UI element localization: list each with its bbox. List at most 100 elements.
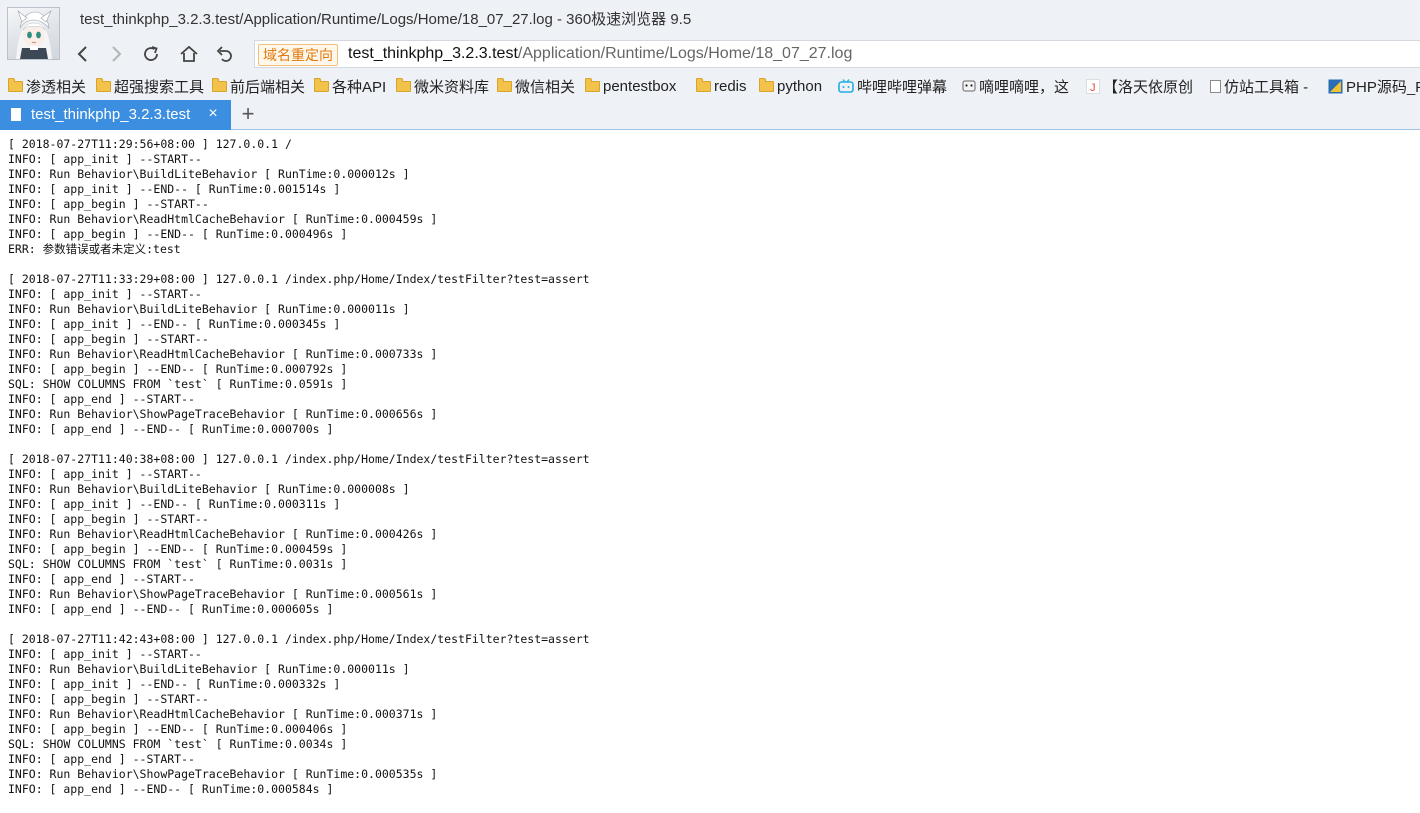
log-line: [ 2018-07-27T11:42:43+08:00 ] 127.0.0.1 … xyxy=(8,632,590,646)
bookmark-label: 微米资料库 xyxy=(414,78,490,96)
bookmark-label: python xyxy=(777,77,823,95)
bookmark-label: 哔哩哔哩弹幕 xyxy=(857,78,948,96)
folder-icon xyxy=(585,77,600,92)
bookmark-label: 前后端相关 xyxy=(230,78,306,96)
bookmark-folder-frontend-backend[interactable]: 前后端相关 xyxy=(212,76,305,96)
log-line: INFO: Run Behavior\BuildLiteBehavior [ R… xyxy=(8,302,410,316)
log-line: INFO: Run Behavior\BuildLiteBehavior [ R… xyxy=(8,662,410,676)
bookmark-site-clone-tools[interactable]: 仿站工具箱 - xyxy=(1210,76,1308,96)
page-content: [ 2018-07-27T11:29:56+08:00 ] 127.0.0.1 … xyxy=(0,130,1420,813)
log-line: INFO: [ app_init ] --END-- [ RunTime:0.0… xyxy=(8,182,341,196)
title-bar: test_thinkphp_3.2.3.test/Application/Run… xyxy=(0,0,1420,36)
page-icon xyxy=(1210,79,1221,93)
log-line: SQL: SHOW COLUMNS FROM `test` [ RunTime:… xyxy=(8,557,348,571)
profile-avatar[interactable] xyxy=(7,7,60,60)
forward-button[interactable] xyxy=(103,42,129,66)
bookmark-label: 仿站工具箱 - xyxy=(1224,78,1309,96)
tab-strip: test_thinkphp_3.2.3.test × + xyxy=(0,100,1420,130)
folder-icon xyxy=(497,77,512,92)
log-line: INFO: [ app_init ] --START-- xyxy=(8,647,202,661)
log-line: INFO: [ app_begin ] --END-- [ RunTime:0.… xyxy=(8,722,348,736)
log-line: SQL: SHOW COLUMNS FROM `test` [ RunTime:… xyxy=(8,737,348,751)
bookmark-php-source[interactable]: PHP源码_P xyxy=(1328,76,1420,96)
log-line: INFO: [ app_init ] --END-- [ RunTime:0.0… xyxy=(8,317,341,331)
folder-icon xyxy=(212,77,227,92)
bookmarks-bar: 渗透相关 超强搜索工具 前后端相关 各种API 微米资料库 微信相关 pente… xyxy=(0,72,1420,100)
log-line: INFO: Run Behavior\ShowPageTraceBehavior… xyxy=(8,587,438,601)
bookmark-folder-wechat[interactable]: 微信相关 xyxy=(497,76,575,96)
bookmark-label: pentestbox xyxy=(603,77,677,95)
bookmark-label: 【洛天依原创 xyxy=(1103,78,1194,96)
bookmark-label: PHP源码_P xyxy=(1346,78,1420,96)
log-line: INFO: [ app_end ] --END-- [ RunTime:0.00… xyxy=(8,602,334,616)
log-line: [ 2018-07-27T11:29:56+08:00 ] 127.0.0.1 … xyxy=(8,137,292,151)
log-blank-line xyxy=(8,617,590,632)
bilibili-icon xyxy=(838,79,854,93)
bookmark-label: 各种API xyxy=(332,78,387,96)
tab-close-icon[interactable]: × xyxy=(205,105,221,123)
back-arrow-icon xyxy=(77,46,87,62)
refresh-icon xyxy=(144,46,158,61)
log-line: SQL: SHOW COLUMNS FROM `test` [ RunTime:… xyxy=(8,377,348,391)
bookmark-folder-search-tools[interactable]: 超强搜索工具 xyxy=(96,76,204,96)
undo-close-tab-button[interactable] xyxy=(211,42,237,66)
bookmark-folder-weimi-library[interactable]: 微米资料库 xyxy=(396,76,489,96)
log-line: INFO: [ app_init ] --END-- [ RunTime:0.0… xyxy=(8,677,341,691)
php-icon xyxy=(1328,79,1343,93)
log-blank-line xyxy=(8,257,590,272)
log-line: INFO: [ app_init ] --START-- xyxy=(8,467,202,481)
log-line: INFO: [ app_begin ] --START-- xyxy=(8,692,209,706)
bookmark-folder-apis[interactable]: 各种API xyxy=(314,76,386,96)
bookmark-folder-pentestbox[interactable]: pentestbox xyxy=(585,76,676,96)
window-title: test_thinkphp_3.2.3.test/Application/Run… xyxy=(80,11,692,28)
log-line: INFO: [ app_end ] --END-- [ RunTime:0.00… xyxy=(8,422,334,436)
folder-icon xyxy=(314,77,329,92)
log-line: INFO: [ app_end ] --START-- xyxy=(8,392,195,406)
tab-label: test_thinkphp_3.2.3.test xyxy=(31,106,191,123)
url-text[interactable]: test_thinkphp_3.2.3.test/Application/Run… xyxy=(348,45,852,63)
log-line: INFO: Run Behavior\BuildLiteBehavior [ R… xyxy=(8,482,410,496)
log-line: [ 2018-07-27T11:40:38+08:00 ] 127.0.0.1 … xyxy=(8,452,590,466)
document-icon xyxy=(11,108,21,121)
new-tab-button[interactable]: + xyxy=(237,103,259,125)
log-line: INFO: [ app_init ] --END-- [ RunTime:0.0… xyxy=(8,497,341,511)
undo-icon xyxy=(216,46,232,62)
forward-arrow-icon xyxy=(112,46,122,62)
log-line: INFO: Run Behavior\ReadHtmlCacheBehavior… xyxy=(8,347,438,361)
home-button[interactable] xyxy=(176,42,202,66)
log-line: INFO: Run Behavior\ReadHtmlCacheBehavior… xyxy=(8,707,438,721)
refresh-button[interactable] xyxy=(138,42,164,66)
log-line: INFO: [ app_begin ] --END-- [ RunTime:0.… xyxy=(8,227,348,241)
bookmark-label: 渗透相关 xyxy=(26,78,87,96)
bookmark-dilidili[interactable]: 嘀哩嘀哩，这 xyxy=(962,76,1069,96)
home-icon xyxy=(180,45,198,62)
domain-redirect-badge[interactable]: 域名重定向 xyxy=(258,44,338,66)
bookmark-folder-pentest[interactable]: 渗透相关 xyxy=(8,76,86,96)
log-line: INFO: [ app_begin ] --START-- xyxy=(8,197,209,211)
folder-icon xyxy=(96,77,111,92)
bookmark-label: 超强搜索工具 xyxy=(114,78,205,96)
folder-icon xyxy=(696,77,711,92)
bookmark-folder-redis[interactable]: redis xyxy=(696,76,747,96)
log-line: INFO: Run Behavior\ShowPageTraceBehavior… xyxy=(8,407,438,421)
navigation-bar: 域名重定向 test_thinkphp_3.2.3.test/Applicati… xyxy=(0,36,1420,72)
folder-icon xyxy=(396,77,411,92)
log-line: INFO: [ app_init ] --START-- xyxy=(8,287,202,301)
back-button[interactable] xyxy=(70,42,96,66)
bookmark-folder-python[interactable]: python xyxy=(759,76,822,96)
url-host: test_thinkphp_3.2.3.test xyxy=(348,45,518,62)
log-text: [ 2018-07-27T11:29:56+08:00 ] 127.0.0.1 … xyxy=(8,137,590,797)
log-line: INFO: [ app_begin ] --START-- xyxy=(8,332,209,346)
bookmark-bilibili-danmaku[interactable]: 哔哩哔哩弹幕 xyxy=(838,76,947,96)
folder-icon xyxy=(8,77,23,92)
log-line: INFO: [ app_end ] --START-- xyxy=(8,752,195,766)
log-line: INFO: [ app_init ] --START-- xyxy=(8,152,202,166)
bookmark-luotianyi[interactable]: J 【洛天依原创 xyxy=(1086,76,1193,96)
bookmark-label: 微信相关 xyxy=(515,78,576,96)
log-line: ERR: 参数错误或者未定义:test xyxy=(8,242,181,256)
j-icon: J xyxy=(1086,78,1100,94)
log-line: INFO: Run Behavior\BuildLiteBehavior [ R… xyxy=(8,167,410,181)
log-line: INFO: Run Behavior\ShowPageTraceBehavior… xyxy=(8,767,438,781)
tab-active[interactable]: test_thinkphp_3.2.3.test × xyxy=(0,100,231,130)
address-bar[interactable]: 域名重定向 test_thinkphp_3.2.3.test/Applicati… xyxy=(254,40,1420,68)
